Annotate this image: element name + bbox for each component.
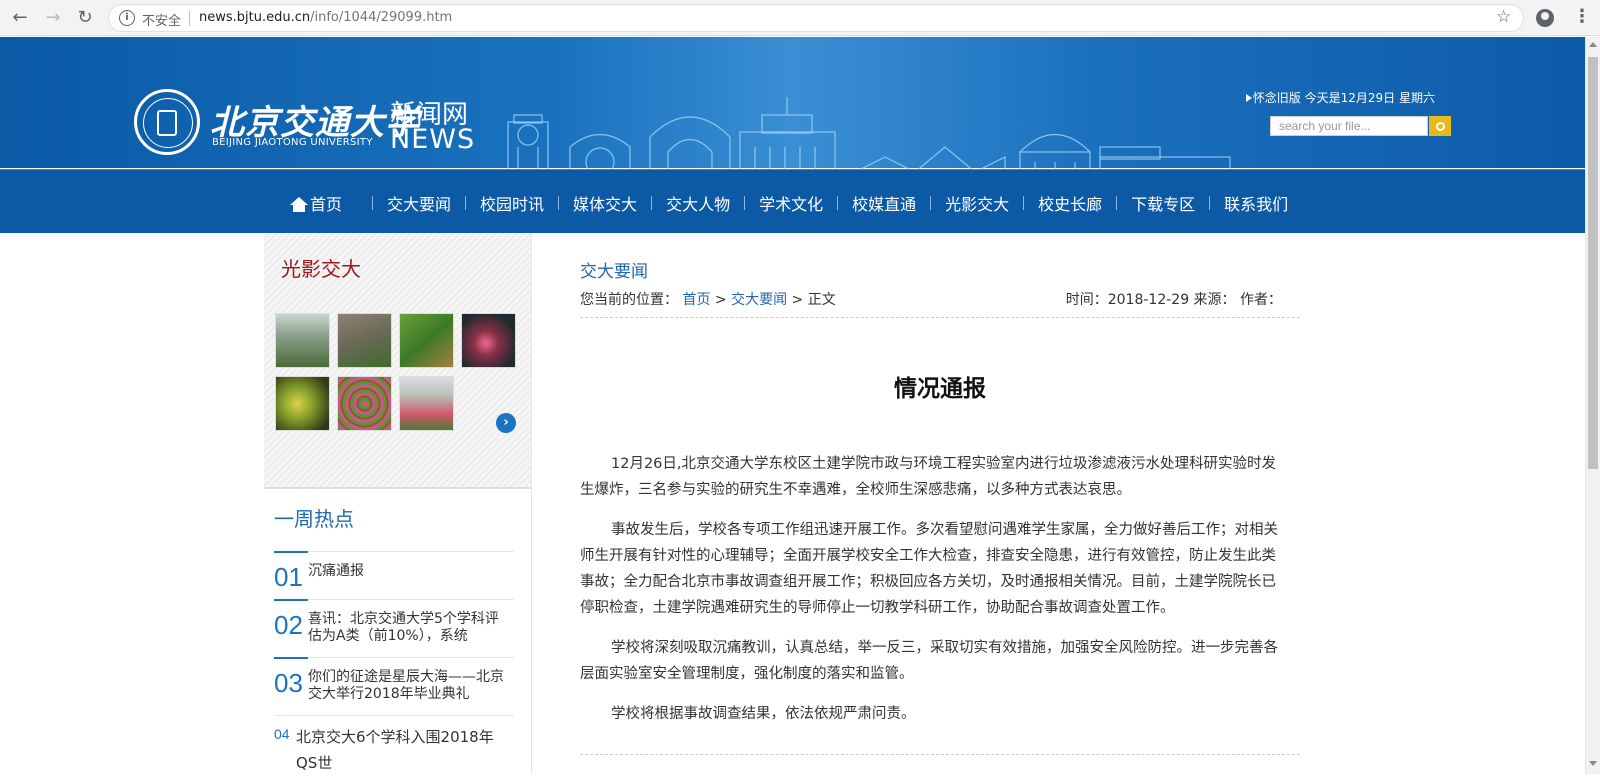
left-sidebar: 光影交大 › 一周热点 01 沉痛通报 02 喜讯：北京交通大学5个学科评估为A… xyxy=(264,233,532,774)
scrollbar-thumb[interactable] xyxy=(1588,57,1598,469)
hot-title: 一周热点 xyxy=(274,507,354,531)
date-line: 怀念旧版 今天是12月29日 星期六 xyxy=(1245,89,1435,106)
scroll-up-icon[interactable] xyxy=(1589,42,1597,47)
hot-item-text[interactable]: 沉痛通报 xyxy=(308,563,510,580)
article-title: 情况通报 xyxy=(894,376,986,402)
breadcrumb-separator: > xyxy=(714,292,732,308)
security-label: 不安全 xyxy=(142,14,182,29)
hot-item-number: 02 xyxy=(274,610,303,640)
article-paragraph: 学校将深刻吸取沉痛教训，认真总结，举一反三，采取切实有效措施，加强安全风险防控。… xyxy=(580,640,1278,682)
breadcrumb-prefix: 您当前的位置： xyxy=(580,292,678,308)
article-content: 交大要闻 您当前的位置： 首页 > 交大要闻 > 正文 时间：2018-12-2… xyxy=(580,233,1300,774)
nav-item-news[interactable]: 交大要闻 xyxy=(387,191,451,215)
search-input[interactable]: search your file... xyxy=(1270,116,1428,136)
nav-list: 首页 交大要闻 校园时讯 媒体交大 交大人物 学术文化 校媒直通 光影交大 校史… xyxy=(290,191,1288,215)
logo-english: BEIJING JIAOTONG UNIVERSITY xyxy=(212,137,373,148)
breadcrumb-separator: > xyxy=(791,292,808,308)
page-scrollbar[interactable] xyxy=(1585,37,1600,774)
breadcrumb: 您当前的位置： 首页 > 交大要闻 > 正文 xyxy=(580,289,836,309)
nav-item-academic[interactable]: 学术文化 xyxy=(759,191,823,215)
search-button[interactable] xyxy=(1429,116,1451,136)
gallery-thumbnail[interactable] xyxy=(337,313,392,368)
more-menu-icon[interactable]: ⋮ xyxy=(1573,6,1591,28)
back-arrow-icon[interactable]: ← xyxy=(9,7,31,29)
university-seal-icon[interactable] xyxy=(134,89,200,155)
breadcrumb-section-link[interactable]: 交大要闻 xyxy=(731,292,787,308)
divider xyxy=(580,754,1300,755)
article-paragraph: 12月26日,北京交通大学东校区土建学院市政与环境工程实验室内进行垃圾渗滤液污水… xyxy=(580,456,1277,498)
hot-item-number: 04 xyxy=(274,726,290,742)
site-banner: 北京交通大学 BEIJING JIAOTONG UNIVERSITY 新闻网 N… xyxy=(0,37,1585,207)
chevron-right-icon[interactable]: › xyxy=(496,413,516,433)
gallery-thumbnail[interactable] xyxy=(461,313,516,368)
play-triangle-icon xyxy=(1245,94,1252,102)
nav-item-people[interactable]: 交大人物 xyxy=(666,191,730,215)
hot-item-text[interactable]: 喜讯：北京交通大学5个学科评估为A类（前10%），系统 xyxy=(308,611,510,645)
hot-item-number: 01 xyxy=(274,562,303,592)
gallery-thumbnail[interactable] xyxy=(399,376,454,431)
article-meta: 时间：2018-12-29 来源： 作者： xyxy=(1065,292,1282,308)
main-navigation: 首页 交大要闻 校园时讯 媒体交大 交大人物 学术文化 校媒直通 光影交大 校史… xyxy=(0,169,1585,233)
article-paragraph: 学校将根据事故调查结果，依法依规严肃问责。 xyxy=(611,706,916,722)
nav-item-campus-media[interactable]: 校媒直通 xyxy=(852,191,916,215)
home-icon xyxy=(290,197,308,212)
nav-item-photos[interactable]: 光影交大 xyxy=(945,191,1009,215)
hot-item[interactable]: 02 喜讯：北京交通大学5个学科评估为A类（前10%），系统 xyxy=(274,599,514,657)
divider xyxy=(189,11,190,26)
gallery-thumbnail[interactable] xyxy=(337,376,392,431)
bookmark-star-icon[interactable]: ☆ xyxy=(1496,7,1511,27)
hot-item[interactable]: 03 你们的征途是星辰大海——北京交大举行2018年毕业典礼 xyxy=(274,657,514,715)
url-host: news.bjtu.edu.cn xyxy=(199,10,311,25)
article-paragraph: 事故发生后，学校各专项工作组迅速开展工作。多次看望慰问遇难学生家属，全力做好善后… xyxy=(580,522,1278,616)
info-icon[interactable]: i xyxy=(119,10,135,26)
hot-item-text[interactable]: 北京交大6个学科入围2018年QS世 xyxy=(296,724,512,776)
nav-item-downloads[interactable]: 下载专区 xyxy=(1131,191,1195,215)
nav-item-home[interactable]: 首页 xyxy=(290,191,342,215)
nav-item-history[interactable]: 校史长廊 xyxy=(1038,191,1102,215)
gallery-thumbnail[interactable] xyxy=(275,376,330,431)
nav-item-media[interactable]: 媒体交大 xyxy=(573,191,637,215)
url-path: /info/1044/29099.htm xyxy=(310,10,453,25)
breadcrumb-home-link[interactable]: 首页 xyxy=(682,292,710,308)
weekly-hot-list: 一周热点 01 沉痛通报 02 喜讯：北京交通大学5个学科评估为A类（前10%）… xyxy=(264,489,532,774)
gallery-thumbnail[interactable] xyxy=(399,313,454,368)
gallery-title[interactable]: 光影交大 xyxy=(281,253,361,282)
site-name-english: NEWS xyxy=(390,124,476,155)
breadcrumb-current: 正文 xyxy=(807,292,836,308)
gallery-thumbnail[interactable] xyxy=(275,313,330,368)
divider xyxy=(580,317,1300,318)
old-version-link[interactable]: 怀念旧版 xyxy=(1253,91,1301,105)
forward-arrow-icon[interactable]: → xyxy=(42,7,64,29)
address-bar[interactable]: i 不安全 news.bjtu.edu.cn/info/1044/29099.h… xyxy=(108,4,1524,32)
section-title: 交大要闻 xyxy=(580,262,648,282)
hot-item-text[interactable]: 你们的征途是星辰大海——北京交大举行2018年毕业典礼 xyxy=(308,669,510,703)
nav-item-contact[interactable]: 联系我们 xyxy=(1224,191,1288,215)
nav-item-label: 首页 xyxy=(310,195,343,214)
today-date: 今天是12月29日 星期六 xyxy=(1304,91,1435,105)
scroll-down-icon[interactable] xyxy=(1589,761,1597,766)
search-icon xyxy=(1435,122,1445,131)
hot-item-number: 03 xyxy=(274,668,303,698)
browser-toolbar: ← → ↻ i 不安全 news.bjtu.edu.cn/info/1044/2… xyxy=(0,0,1600,36)
nav-item-campus[interactable]: 校园时讯 xyxy=(480,191,544,215)
account-icon[interactable] xyxy=(1536,9,1554,27)
hot-item[interactable]: 01 沉痛通报 xyxy=(274,551,514,599)
photo-gallery: 光影交大 › xyxy=(264,233,532,489)
reload-icon[interactable]: ↻ xyxy=(74,7,96,29)
hot-item[interactable]: 04 北京交大6个学科入围2018年QS世 xyxy=(274,715,514,773)
url-text[interactable]: news.bjtu.edu.cn/info/1044/29099.htm xyxy=(199,10,452,25)
